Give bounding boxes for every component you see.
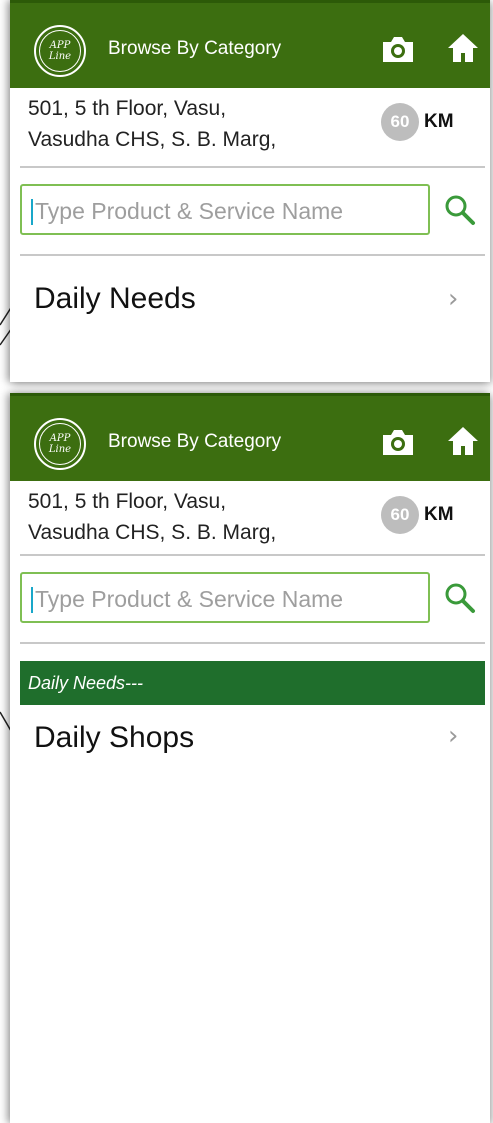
distance-badge[interactable]: 60 [381, 103, 419, 141]
distance-unit: KM [424, 504, 454, 525]
logo-text: APP Line [48, 433, 72, 455]
divider [20, 166, 485, 168]
search-icon[interactable] [443, 581, 477, 615]
address-line-1: 501, 5 th Floor, Vasu, [28, 97, 227, 120]
page-title: Browse By Category [108, 431, 282, 452]
app-logo[interactable]: APP Line [34, 418, 86, 470]
category-label: Daily Needs [34, 282, 196, 315]
divider [20, 642, 485, 644]
chevron-right-icon: › [448, 284, 459, 314]
address-text: 501, 5 th Floor, Vasu, Vasudha CHS, S. B… [28, 93, 368, 155]
app-bar: APP Line Browse By Category [10, 0, 490, 88]
chevron-right-icon: › [448, 721, 459, 751]
divider [20, 554, 485, 556]
address-line-2: Vasudha CHS, S. B. Marg, [28, 128, 277, 151]
app-logo[interactable]: APP Line [34, 25, 86, 77]
search-input[interactable]: Type Product & Service Name [20, 572, 430, 623]
screen-browse-category: APP Line Browse By Category 501, 5 th Fl… [10, 0, 490, 382]
text-caret [31, 199, 33, 225]
search-placeholder: Type Product & Service Name [35, 586, 344, 612]
address-line-1: 501, 5 th Floor, Vasu, [28, 490, 227, 513]
camera-icon[interactable] [380, 426, 416, 458]
page-title: Browse By Category [108, 38, 282, 59]
breadcrumb[interactable]: Daily Needs--- [20, 661, 485, 705]
logo-text: APP Line [48, 40, 72, 62]
camera-icon[interactable] [380, 33, 416, 65]
category-label: Daily Shops [34, 721, 195, 754]
search-icon[interactable] [443, 193, 477, 227]
divider [20, 254, 485, 256]
distance-unit: KM [424, 111, 454, 132]
search-input[interactable]: Type Product & Service Name [20, 184, 430, 235]
app-bar: APP Line Browse By Category [10, 393, 490, 481]
distance-badge[interactable]: 60 [381, 496, 419, 534]
address-text: 501, 5 th Floor, Vasu, Vasudha CHS, S. B… [28, 486, 368, 548]
home-icon[interactable] [445, 30, 481, 66]
home-icon[interactable] [445, 423, 481, 459]
text-caret [31, 587, 33, 613]
address-line-2: Vasudha CHS, S. B. Marg, [28, 521, 277, 544]
screen-browse-category-sub: APP Line Browse By Category 501, 5 th Fl… [10, 393, 490, 1123]
search-placeholder: Type Product & Service Name [35, 198, 344, 224]
